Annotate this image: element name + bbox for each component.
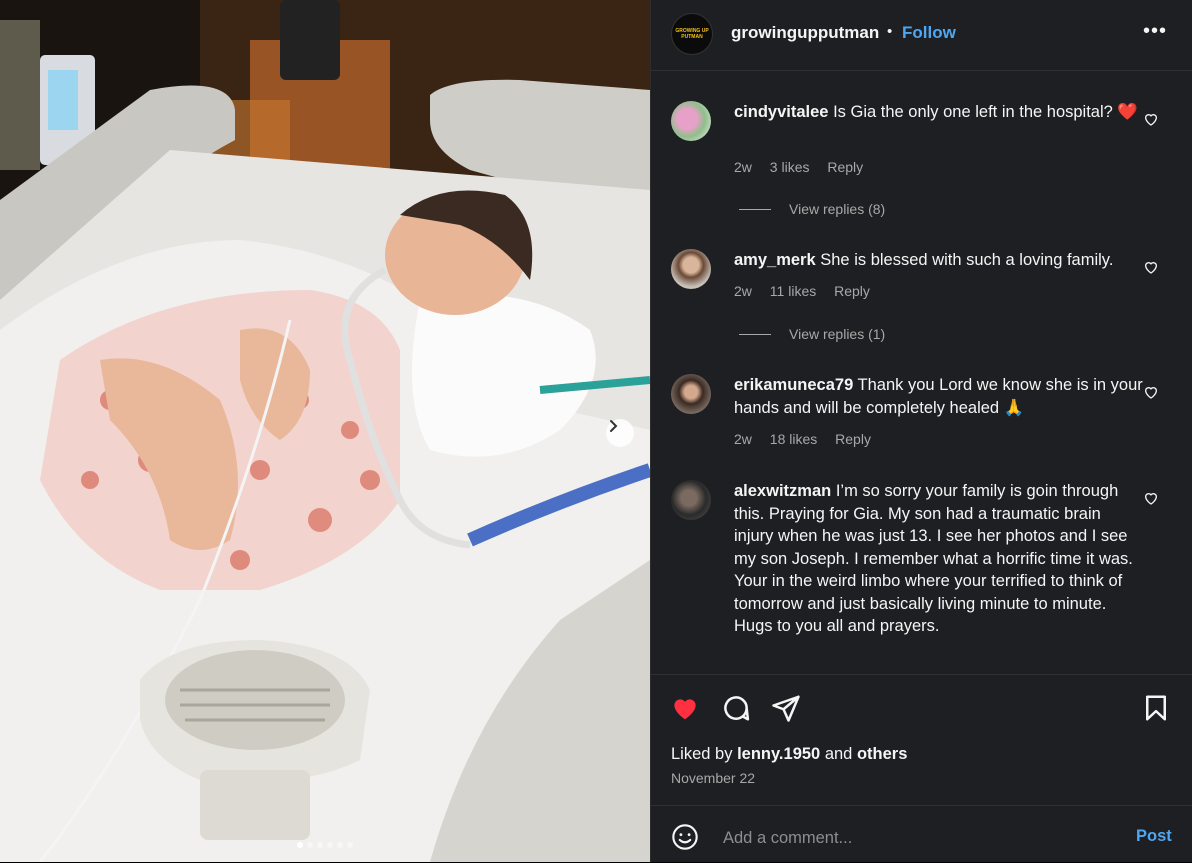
comment-likes[interactable]: 11 likes — [770, 283, 816, 299]
commenter-avatar[interactable] — [671, 480, 711, 520]
comment-time: 2w — [734, 283, 752, 299]
liked-heart-icon[interactable] — [670, 693, 700, 723]
comment-body: Is Gia the only one left in the hospital… — [833, 103, 1138, 121]
carousel-indicator — [0, 842, 650, 848]
like-comment-heart-icon[interactable] — [1143, 111, 1159, 127]
like-comment-heart-icon[interactable] — [1143, 384, 1159, 400]
comment-username[interactable]: alexwitzman — [734, 482, 831, 500]
carousel-dot — [347, 842, 353, 848]
post-header: GROWING UP PUTMAN growingupputman • Foll… — [651, 0, 1192, 71]
author-avatar[interactable]: GROWING UP PUTMAN — [671, 13, 713, 55]
reply-button[interactable]: Reply — [827, 159, 863, 175]
liked-by-others[interactable]: others — [857, 745, 907, 763]
carousel-dot — [307, 842, 313, 848]
commenter-avatar[interactable] — [671, 374, 711, 414]
view-replies-label: View replies (1) — [789, 326, 886, 342]
post-photo[interactable] — [0, 0, 650, 862]
avatar-logo-text: GROWING UP PUTMAN — [675, 28, 709, 40]
comment-time: 2w — [734, 159, 752, 175]
separator-dot: • — [887, 23, 893, 40]
carousel-dot — [337, 842, 343, 848]
view-replies-button[interactable]: View replies (8) — [739, 201, 885, 217]
comment-text: alexwitzman I’m so sorry your family is … — [734, 480, 1144, 638]
share-paper-plane-icon[interactable] — [771, 693, 801, 723]
likes-summary: Liked by lenny.1950 and others — [671, 745, 907, 764]
comment-text: amy_merk She is blessed with such a lovi… — [734, 249, 1144, 272]
carousel-dot — [327, 842, 333, 848]
comment-body: She is blessed with such a loving family… — [820, 251, 1114, 269]
comment-likes[interactable]: 3 likes — [770, 159, 810, 175]
author-username[interactable]: growingupputman — [731, 23, 879, 43]
comment-body: I’m so sorry your family is goin through… — [734, 482, 1133, 635]
comment-text: cindyvitalee Is Gia the only one left in… — [734, 101, 1144, 124]
comment-text: erikamuneca79 Thank you Lord we know she… — [734, 374, 1144, 419]
liked-by-and: and — [824, 745, 853, 763]
comment-input[interactable] — [721, 823, 1105, 853]
carousel-dot — [317, 842, 323, 848]
comment-meta: 2w 18 likes Reply — [734, 431, 885, 447]
liked-by-prefix: Liked by — [671, 745, 733, 763]
comment-meta: 2w 3 likes Reply — [734, 159, 877, 175]
emoji-picker-icon[interactable] — [671, 823, 699, 851]
view-replies-button[interactable]: View replies (1) — [739, 326, 885, 342]
more-options-icon[interactable]: ••• — [1143, 20, 1167, 43]
like-comment-heart-icon[interactable] — [1143, 490, 1159, 506]
view-replies-label: View replies (8) — [789, 201, 886, 217]
liked-by-user[interactable]: lenny.1950 — [737, 745, 820, 763]
instagram-post-viewer: GROWING UP PUTMAN growingupputman • Foll… — [0, 0, 1192, 862]
follow-button[interactable]: Follow — [902, 23, 956, 43]
commenter-avatar[interactable] — [671, 249, 711, 289]
comment-username[interactable]: erikamuneca79 — [734, 376, 853, 394]
post-details-panel: GROWING UP PUTMAN growingupputman • Foll… — [650, 0, 1192, 862]
comment-likes[interactable]: 18 likes — [770, 431, 817, 447]
comment-username[interactable]: amy_merk — [734, 251, 816, 269]
hospital-bed-photo — [0, 0, 650, 862]
commenter-avatar[interactable] — [671, 101, 711, 141]
add-comment-bar: Post — [651, 805, 1192, 863]
reply-line — [739, 333, 771, 335]
comments-list[interactable]: cindyvitalee Is Gia the only one left in… — [651, 71, 1192, 673]
carousel-dot — [297, 842, 303, 848]
like-comment-heart-icon[interactable] — [1143, 259, 1159, 275]
comment-time: 2w — [734, 431, 752, 447]
reply-button[interactable]: Reply — [834, 283, 870, 299]
post-actions: Liked by lenny.1950 and others November … — [651, 674, 1192, 805]
save-bookmark-icon[interactable] — [1141, 693, 1171, 723]
comment-username[interactable]: cindyvitalee — [734, 103, 828, 121]
post-date[interactable]: November 22 — [671, 770, 755, 786]
reply-button[interactable]: Reply — [835, 431, 871, 447]
comment-bubble-icon[interactable] — [721, 693, 751, 723]
post-comment-button[interactable]: Post — [1136, 827, 1172, 846]
reply-line — [739, 208, 771, 210]
comment-meta: 2w 11 likes Reply — [734, 283, 884, 299]
next-photo-button[interactable] — [606, 419, 634, 447]
